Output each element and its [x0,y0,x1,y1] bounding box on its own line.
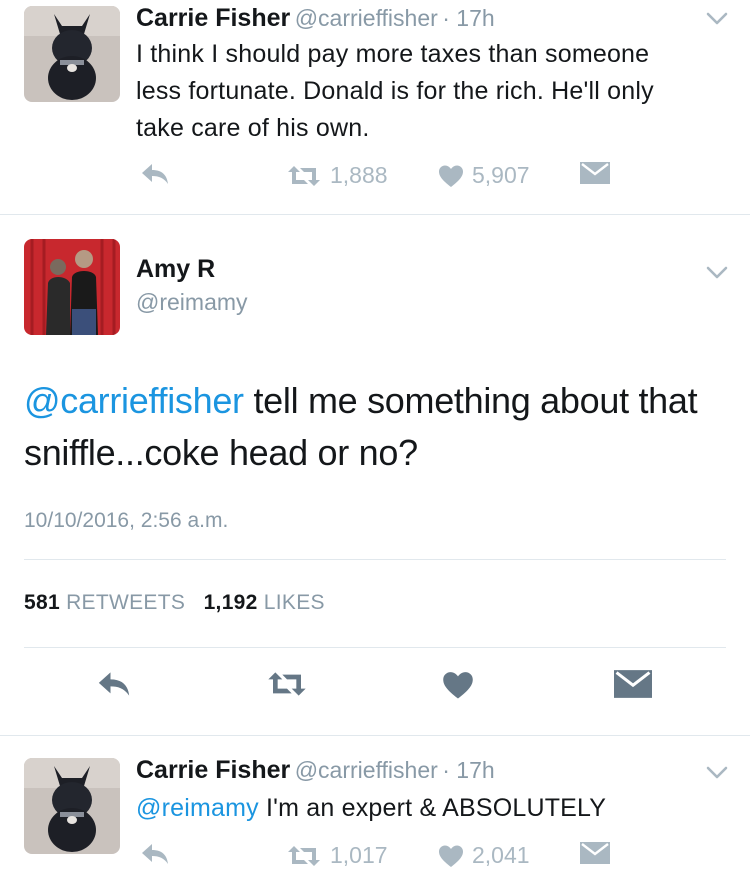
tweet-actions: 1,017 2,041 [136,842,616,876]
divider [24,647,726,648]
like-button[interactable]: 2,041 [438,842,530,869]
tweet-3[interactable]: Carrie Fisher @carrieffisher · 17h @reim… [0,736,750,896]
retweet-button[interactable] [266,670,308,698]
divider [24,559,726,560]
retweet-button[interactable]: 1,017 [286,842,388,869]
retweet-count: 1,888 [330,162,388,188]
chevron-down-icon[interactable] [706,12,728,26]
retweet-icon [288,165,320,186]
likes-stat[interactable]: 1,192 LIKES [204,591,325,614]
retweet-count: 581 [24,591,60,614]
envelope-icon [614,670,652,698]
tweet-actions [0,670,750,706]
tweet-text: @reimamy I'm an expert & ABSOLUTELY [136,790,716,827]
author-name[interactable]: Carrie Fisher [136,756,290,784]
retweet-icon [268,672,306,696]
retweet-count: 1,017 [330,842,388,868]
avatar-carrie-fisher[interactable] [24,758,120,854]
engagement-stats: 581 RETWEETS 1,192 LIKES [24,591,325,615]
chevron-down-icon[interactable] [706,266,728,280]
retweets-stat[interactable]: 581 RETWEETS [24,591,185,614]
heart-icon [439,165,463,187]
reply-button[interactable] [96,670,132,698]
dm-button[interactable] [614,670,652,698]
retweet-button[interactable]: 1,888 [286,162,388,189]
envelope-icon [580,162,610,184]
heart-icon [439,845,463,867]
like-button[interactable]: 5,907 [438,162,530,189]
retweet-icon [288,845,320,866]
reply-icon [142,164,168,184]
author-handle[interactable]: @reimamy [136,289,248,316]
mention-link[interactable]: @carrieffisher [24,380,244,421]
dm-button[interactable] [580,842,610,864]
tweet-2-focused[interactable]: Amy R @reimamy @carrieffisher tell me so… [0,215,750,735]
chevron-down-icon[interactable] [706,766,728,780]
dm-button[interactable] [580,162,610,184]
tweet-body: I'm an expert & ABSOLUTELY [258,794,607,822]
avatar-amy-r[interactable] [24,239,120,335]
avatar-carrie-fisher[interactable] [24,6,120,102]
like-count: 1,192 [203,591,258,614]
reply-icon [142,844,168,864]
heart-icon [443,672,473,699]
retweets-label: RETWEETS [66,591,186,614]
like-button[interactable] [442,670,474,700]
reply-button[interactable] [140,842,170,866]
likes-label: LIKES [263,591,325,614]
tweet-actions: 1,888 5,907 [136,162,616,196]
like-count: 2,041 [472,842,530,868]
tweet-text: @carrieffisher tell me something about t… [24,375,704,479]
tweet-time: · 17h [442,5,495,31]
envelope-icon [580,842,610,864]
author-handle[interactable]: @carrieffisher [295,5,438,31]
author-handle[interactable]: @carrieffisher [295,757,438,783]
tweet-1[interactable]: Carrie Fisher @carrieffisher · 17h I thi… [0,0,750,214]
tweet-text: I think I should pay more taxes than som… [136,40,654,142]
like-count: 5,907 [472,162,530,188]
mention-link[interactable]: @reimamy [136,794,259,822]
tweet-time: · 17h [442,757,495,783]
author-name[interactable]: Amy R [136,255,215,284]
tweet-timestamp[interactable]: 10/10/2016, 2:56 a.m. [24,509,228,533]
author-name[interactable]: Carrie Fisher [136,4,290,32]
reply-icon [98,672,130,696]
reply-button[interactable] [140,162,170,186]
